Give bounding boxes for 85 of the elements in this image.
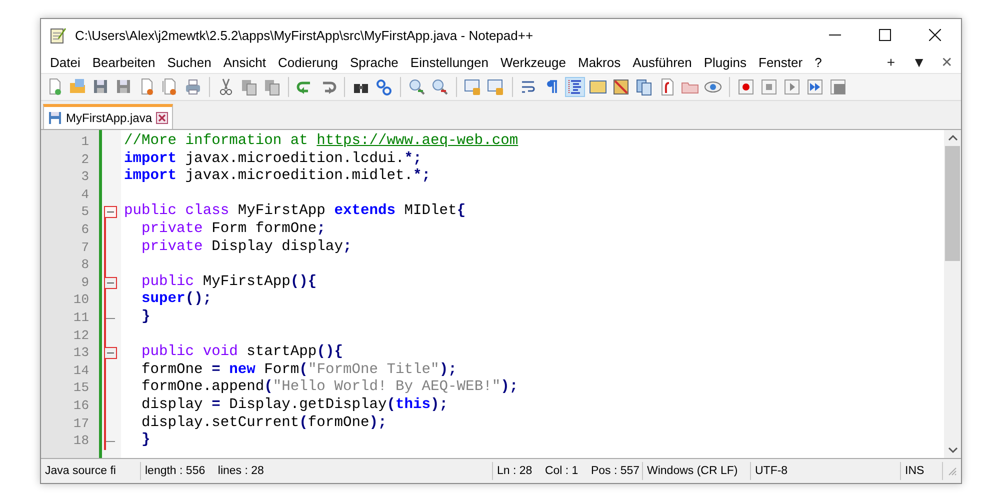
line-number: 11 xyxy=(73,308,89,327)
record-icon[interactable] xyxy=(736,77,756,97)
fold-marker-icon[interactable] xyxy=(104,274,117,292)
line-number: 18 xyxy=(73,432,89,450)
copy-icon[interactable] xyxy=(239,77,259,97)
menu-item[interactable]: Sprache xyxy=(344,54,406,70)
code-line: display = Display.getDisplay(this); xyxy=(140,396,448,414)
fold-line xyxy=(104,291,106,310)
menu-item[interactable]: ? xyxy=(810,54,829,70)
menu-item[interactable]: Suchen xyxy=(162,54,218,70)
line-number: 12 xyxy=(73,326,89,344)
code-line: public MyFirstApp(){ xyxy=(140,274,317,291)
stop-icon[interactable] xyxy=(759,77,779,97)
line-number: 5 xyxy=(81,203,89,221)
line-number: 9 xyxy=(81,274,89,292)
code-line: formOne = new Form("FormOne Title"); xyxy=(140,362,457,379)
line-number: 17 xyxy=(73,414,89,432)
line-number: 14 xyxy=(73,362,89,380)
scroll-up-icon[interactable] xyxy=(948,134,958,142)
menu-item[interactable]: Makros xyxy=(572,54,628,70)
menu-control[interactable]: ▼ xyxy=(905,54,933,70)
fold-line xyxy=(104,326,106,344)
menu-item[interactable]: Fenster xyxy=(754,54,810,70)
resize-grip-icon[interactable] xyxy=(947,466,957,476)
line-number: 2 xyxy=(81,150,89,168)
printer-icon[interactable] xyxy=(183,77,203,97)
menu-item[interactable]: Ausführen xyxy=(628,54,699,70)
menu-item[interactable]: Datei xyxy=(45,54,88,70)
scroll-down-icon[interactable] xyxy=(948,446,958,454)
menu-item[interactable]: Plugins xyxy=(698,54,754,70)
line-number: 3 xyxy=(81,168,89,186)
menu-item[interactable]: Werkzeuge xyxy=(495,54,573,70)
code-line: formOne.append("Hello World! By AEQ-WEB!"); xyxy=(140,379,518,397)
menu-item[interactable]: Ansicht xyxy=(218,54,273,70)
fold-end-marker xyxy=(104,432,116,450)
code-line: private Display display; xyxy=(140,238,352,256)
save-icon xyxy=(48,111,62,125)
code-line: import javax.microedition.lcdui.*; xyxy=(123,150,422,168)
status-field: Ln : 28 Col : 1 Pos : 557 xyxy=(493,462,643,480)
status-field: INS xyxy=(901,462,943,480)
indent-guide-icon[interactable] xyxy=(565,77,585,97)
fold-end-marker xyxy=(104,308,116,327)
code-line: } xyxy=(140,308,150,327)
menu-item[interactable]: Bearbeiten xyxy=(87,54,162,70)
notepad-icon xyxy=(49,26,67,44)
line-number: 7 xyxy=(81,238,89,256)
code-line: } xyxy=(140,432,150,450)
menu-control[interactable]: + xyxy=(877,54,905,70)
code-line: display.setCurrent(formOne); xyxy=(140,414,387,432)
line-number: 6 xyxy=(81,220,89,239)
zoom-out-icon[interactable] xyxy=(430,77,450,97)
code-line: public void startApp(){ xyxy=(140,344,343,362)
fold-marker-icon[interactable] xyxy=(104,203,117,222)
maximize-icon[interactable] xyxy=(879,29,891,41)
document-list-icon[interactable] xyxy=(634,77,654,97)
status-field: UTF-8 xyxy=(751,462,901,480)
menu-control[interactable]: ✕ xyxy=(933,54,961,70)
line-number: 8 xyxy=(81,256,89,274)
close-tab-icon[interactable] xyxy=(156,112,168,124)
code-line: //More information at https://www.aeq-web.com xyxy=(123,133,518,151)
window-title: C:\Users\Alex\j2mewtk\2.5.2\apps\MyFirstApp\src\MyFirstApp.java - Notepad++ xyxy=(75,28,534,42)
fold-marker-icon[interactable] xyxy=(104,344,117,362)
menu-item[interactable]: Einstellungen xyxy=(405,54,496,70)
play-multiple-icon[interactable] xyxy=(805,77,825,97)
play-icon[interactable] xyxy=(782,77,802,97)
line-number: 10 xyxy=(73,291,89,309)
status-field: length : 556 lines : 28 xyxy=(141,462,493,480)
line-number: 16 xyxy=(73,396,89,414)
status-field: Windows (CR LF) xyxy=(643,462,751,480)
zoom-in-icon[interactable] xyxy=(407,77,427,97)
line-number: 4 xyxy=(81,186,89,204)
vertical-scrollbar[interactable] xyxy=(944,130,961,458)
status-field: Java source fi xyxy=(41,462,141,480)
line-number: 15 xyxy=(73,379,89,397)
line-number: 13 xyxy=(73,344,89,362)
code-line: private Form formOne; xyxy=(140,220,326,239)
code-line: public class MyFirstApp extends MIDlet{ xyxy=(123,203,466,221)
code-line: super(); xyxy=(140,291,212,309)
code-line: import javax.microedition.midlet.*; xyxy=(123,168,431,186)
line-number: 1 xyxy=(81,133,89,151)
file-tab[interactable]: MyFirstApp.java xyxy=(43,104,174,129)
paste-icon[interactable] xyxy=(262,77,282,97)
scrollbar-thumb[interactable] xyxy=(945,146,960,261)
close-icon[interactable] xyxy=(929,29,941,41)
menu-item[interactable]: Codierung xyxy=(272,54,345,70)
